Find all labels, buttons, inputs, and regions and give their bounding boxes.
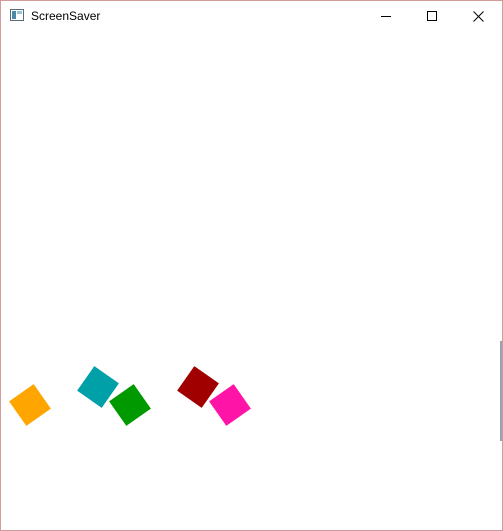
minimize-button[interactable]: [363, 1, 409, 31]
close-icon: [472, 10, 484, 22]
minimize-icon: [381, 16, 391, 17]
close-button[interactable]: [455, 1, 501, 31]
title-bar[interactable]: ScreenSaver: [1, 1, 502, 31]
window-title: ScreenSaver: [31, 9, 101, 23]
maximize-icon: [427, 11, 437, 21]
green-square: [109, 384, 151, 426]
screensaver-canvas[interactable]: [1, 31, 502, 530]
window-edge: [500, 341, 502, 441]
maximize-button[interactable]: [409, 1, 455, 31]
screensaver-window: ScreenSaver: [0, 0, 503, 531]
app-icon: [10, 9, 24, 21]
magenta-square: [209, 384, 251, 426]
orange-square: [9, 384, 51, 426]
